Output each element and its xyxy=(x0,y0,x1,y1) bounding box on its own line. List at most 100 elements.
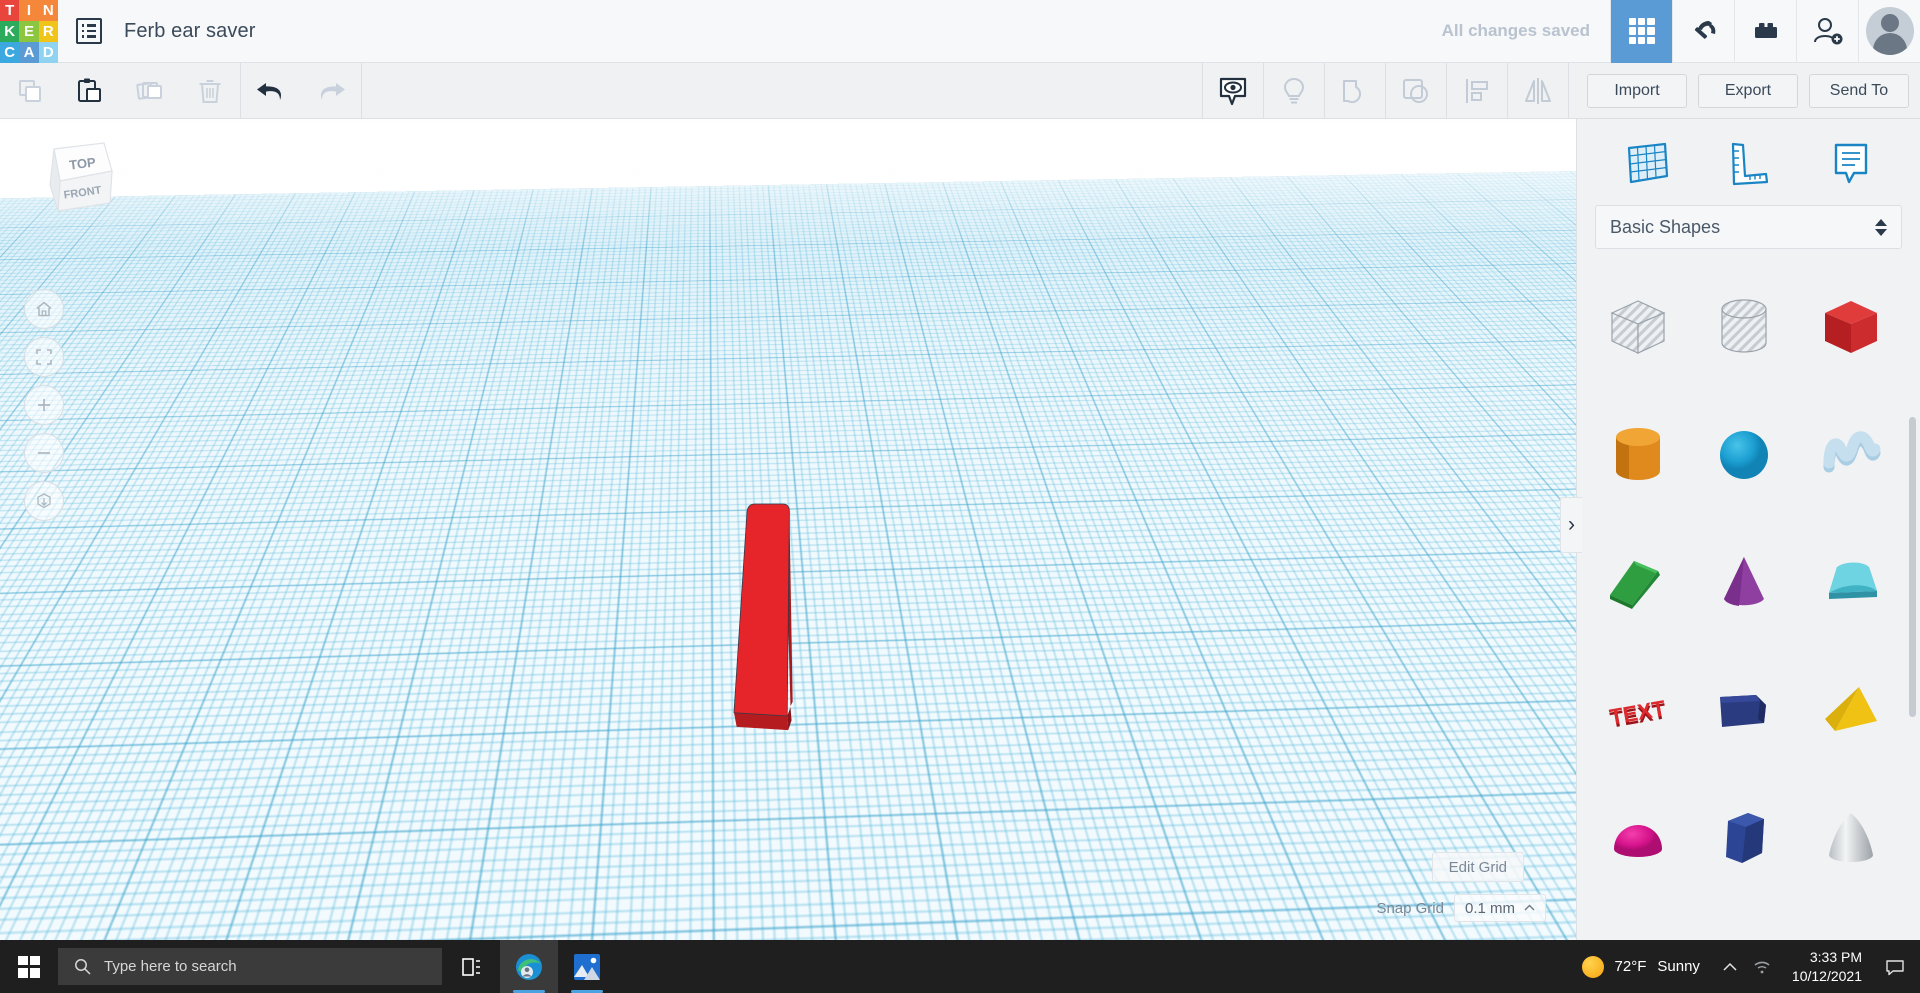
notification-center-button[interactable] xyxy=(1876,940,1914,993)
redo-icon xyxy=(314,76,348,106)
shape-half-cylinder[interactable] xyxy=(1798,519,1904,647)
clipboard-group xyxy=(0,63,240,119)
shape-cylinder[interactable] xyxy=(1585,391,1691,519)
ortho-perspective-toggle[interactable] xyxy=(24,481,64,521)
shape-library-select[interactable]: Basic Shapes xyxy=(1595,205,1902,249)
import-button[interactable]: Import xyxy=(1587,74,1687,108)
shape-roof[interactable] xyxy=(1585,519,1691,647)
shape-scribble[interactable] xyxy=(1798,391,1904,519)
windows-logo-icon xyxy=(18,956,40,978)
logo-tile-n: N xyxy=(39,0,58,21)
snap-grid-select[interactable]: 0.1 mm xyxy=(1454,894,1546,922)
ruler-icon[interactable] xyxy=(1719,133,1777,191)
avatar-image xyxy=(1866,7,1914,55)
weather-widget[interactable]: 72°F Sunny xyxy=(1568,956,1714,978)
logo-tile-i: I xyxy=(19,0,38,21)
export-button[interactable]: Export xyxy=(1698,74,1798,108)
panel-tool-icons xyxy=(1577,119,1920,205)
start-button[interactable] xyxy=(0,940,58,993)
ungroup-icon[interactable] xyxy=(1386,63,1446,119)
edge-browser-button[interactable] xyxy=(500,940,558,993)
tinkercad-logo[interactable]: TINKERCAD xyxy=(0,0,58,63)
edit-toolbar: Import Export Send To xyxy=(0,63,1920,119)
fit-view-icon xyxy=(34,347,54,367)
notes-glyph xyxy=(1828,138,1874,186)
chevron-up-icon xyxy=(1722,961,1738,973)
edge-icon xyxy=(514,952,544,982)
shapes-scrollbar-thumb[interactable] xyxy=(1909,417,1916,717)
clock[interactable]: 3:33 PM 10/12/2021 xyxy=(1778,948,1876,986)
group-icon[interactable] xyxy=(1325,63,1385,119)
paste-icon xyxy=(75,76,105,106)
search-input[interactable]: Type here to search xyxy=(58,948,442,985)
undo-button[interactable] xyxy=(241,63,301,119)
redo-button[interactable] xyxy=(301,63,361,119)
align-icon[interactable] xyxy=(1447,63,1507,119)
group-glyph xyxy=(1339,75,1371,107)
lightbulb-icon[interactable] xyxy=(1264,63,1324,119)
lightbulb-glyph xyxy=(1278,75,1310,107)
avatar[interactable] xyxy=(1858,0,1920,63)
pickaxe-glyph xyxy=(1689,16,1719,46)
shape-library-value: Basic Shapes xyxy=(1610,217,1720,238)
duplicate-button[interactable] xyxy=(120,63,180,119)
trash-icon xyxy=(195,76,225,106)
logo-tile-a: A xyxy=(19,42,38,63)
project-list-icon[interactable] xyxy=(76,18,102,44)
zoom-out-button[interactable] xyxy=(24,433,64,473)
view-cube[interactable]: TOP FRONT xyxy=(28,133,124,229)
undo-icon xyxy=(254,76,288,106)
shape-cylinder-hole[interactable] xyxy=(1691,263,1797,391)
cube-arrow-icon xyxy=(34,491,54,511)
notification-icon xyxy=(1885,958,1905,976)
snap-grid-row: Snap Grid 0.1 mm xyxy=(1376,894,1546,922)
logo-tile-c: C xyxy=(0,42,19,63)
system-tray: 72°F Sunny 3:33 PM 10/12/2021 xyxy=(1568,940,1920,993)
pickaxe-icon[interactable] xyxy=(1672,0,1734,63)
logo-tile-t: T xyxy=(0,0,19,21)
show-hidden-icons-button[interactable] xyxy=(1714,940,1746,993)
clock-date: 10/12/2021 xyxy=(1792,967,1862,986)
grid-view-icon[interactable] xyxy=(1610,0,1672,63)
collapse-panel-button[interactable]: › xyxy=(1560,497,1582,553)
design-viewport[interactable]: TOP FRONT xyxy=(0,119,1576,940)
mirror-icon[interactable] xyxy=(1508,63,1568,119)
fit-to-view-button[interactable] xyxy=(24,337,64,377)
weather-temp: 72°F xyxy=(1615,958,1647,975)
shape-box-hole[interactable] xyxy=(1585,263,1691,391)
zoom-in-button[interactable] xyxy=(24,385,64,425)
shapes-grid: TEXTTEXT xyxy=(1577,263,1920,953)
show-hide-glyph xyxy=(1216,74,1250,108)
page-title[interactable]: Ferb ear saver xyxy=(124,20,255,43)
paste-button[interactable] xyxy=(60,63,120,119)
ungroup-glyph xyxy=(1400,75,1432,107)
shape-polygon-box[interactable] xyxy=(1691,647,1797,775)
delete-button[interactable] xyxy=(180,63,240,119)
task-view-button[interactable] xyxy=(442,940,500,993)
edit-grid-button[interactable]: Edit Grid xyxy=(1432,852,1524,882)
photos-app-button[interactable] xyxy=(558,940,616,993)
minus-icon xyxy=(34,443,54,463)
shape-text[interactable]: TEXTTEXT xyxy=(1585,647,1691,775)
send-to-button[interactable]: Send To xyxy=(1809,74,1909,108)
lego-brick-icon[interactable] xyxy=(1734,0,1796,63)
snap-grid-label: Snap Grid xyxy=(1376,900,1444,917)
notes-icon[interactable] xyxy=(1822,133,1880,191)
network-button[interactable] xyxy=(1746,940,1778,993)
workplane-icon[interactable] xyxy=(1617,133,1675,191)
show-hide-icon[interactable] xyxy=(1203,63,1263,119)
shape-cone[interactable] xyxy=(1691,519,1797,647)
shape-pyramid[interactable] xyxy=(1798,647,1904,775)
home-view-button[interactable] xyxy=(24,289,64,329)
select-spinner-icon xyxy=(1875,219,1887,236)
chevron-up-icon xyxy=(1524,904,1535,912)
workplane-grid[interactable] xyxy=(0,170,1576,940)
shape-half-sphere[interactable] xyxy=(1585,775,1691,903)
shape-sphere[interactable] xyxy=(1691,391,1797,519)
shape-box[interactable] xyxy=(1798,263,1904,391)
copy-button[interactable] xyxy=(0,63,60,119)
shape-hex-prism[interactable] xyxy=(1691,775,1797,903)
add-person-icon[interactable] xyxy=(1796,0,1858,63)
weather-condition: Sunny xyxy=(1657,958,1700,975)
shape-paraboloid[interactable] xyxy=(1798,775,1904,903)
